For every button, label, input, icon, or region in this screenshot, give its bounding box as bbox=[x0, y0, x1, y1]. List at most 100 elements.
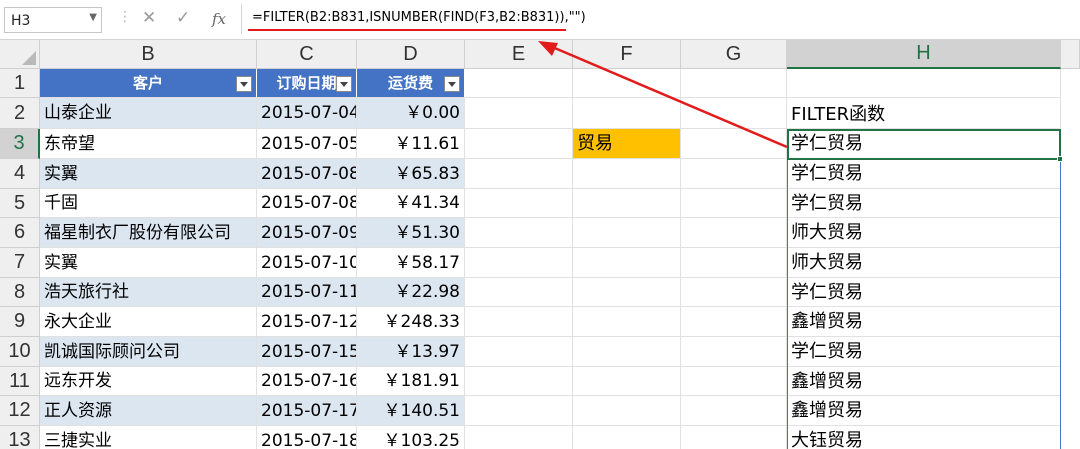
filter-result-cell[interactable]: 鑫增贸易 bbox=[787, 367, 1061, 396]
cell-g2[interactable] bbox=[681, 98, 787, 129]
cell-e11[interactable] bbox=[465, 367, 573, 396]
freight-cell[interactable]: ￥13.97 bbox=[357, 337, 465, 367]
cell-g13[interactable] bbox=[681, 426, 787, 449]
filter-dropdown-icon[interactable] bbox=[336, 76, 352, 92]
cell-e4[interactable] bbox=[465, 159, 573, 189]
column-header-g[interactable]: G bbox=[681, 40, 787, 69]
row-header[interactable]: 3 bbox=[0, 129, 40, 159]
cell-g5[interactable] bbox=[681, 189, 787, 218]
freight-cell[interactable]: ￥58.17 bbox=[357, 248, 465, 278]
filter-dropdown-icon[interactable] bbox=[236, 76, 252, 92]
cell-e6[interactable] bbox=[465, 218, 573, 248]
filter-result-cell[interactable]: 学仁贸易 bbox=[787, 159, 1061, 189]
date-cell[interactable]: 2015-07-08 bbox=[257, 189, 357, 218]
filter-result-cell[interactable]: 鑫增贸易 bbox=[787, 396, 1061, 426]
cell-g8[interactable] bbox=[681, 278, 787, 307]
cell-f11[interactable] bbox=[573, 367, 681, 396]
formula-input[interactable]: =FILTER(B2:B831,ISNUMBER(FIND(F3,B2:B831… bbox=[252, 10, 586, 25]
column-header-b[interactable]: B bbox=[40, 40, 257, 69]
insert-function-icon[interactable]: fx bbox=[212, 10, 226, 28]
filter-result-cell[interactable]: 学仁贸易 bbox=[787, 129, 1061, 159]
cell-f10[interactable] bbox=[573, 337, 681, 367]
date-cell[interactable]: 2015-07-10 bbox=[257, 248, 357, 278]
date-cell[interactable]: 2015-07-04 bbox=[257, 98, 357, 129]
table-header-customer[interactable]: 客户 bbox=[40, 69, 257, 98]
row-header[interactable]: 4 bbox=[0, 159, 40, 189]
cell-g7[interactable] bbox=[681, 248, 787, 278]
date-cell[interactable]: 2015-07-15 bbox=[257, 337, 357, 367]
filter-result-cell[interactable]: 学仁贸易 bbox=[787, 278, 1061, 307]
cell-f7[interactable] bbox=[573, 248, 681, 278]
date-cell[interactable]: 2015-07-09 bbox=[257, 218, 357, 248]
customer-cell[interactable]: 永大企业 bbox=[40, 307, 257, 337]
cell-f6[interactable] bbox=[573, 218, 681, 248]
date-cell[interactable]: 2015-07-08 bbox=[257, 159, 357, 189]
cell-f9[interactable] bbox=[573, 307, 681, 337]
column-header-e[interactable]: E bbox=[465, 40, 573, 69]
customer-cell[interactable]: 凯诚国际顾问公司 bbox=[40, 337, 257, 367]
customer-cell[interactable]: 正人资源 bbox=[40, 396, 257, 426]
row-header[interactable]: 6 bbox=[0, 218, 40, 248]
cell-g6[interactable] bbox=[681, 218, 787, 248]
freight-cell[interactable]: ￥51.30 bbox=[357, 218, 465, 248]
cancel-icon[interactable]: ✕ bbox=[142, 8, 156, 28]
filter-result-cell[interactable]: 大钰贸易 bbox=[787, 426, 1061, 449]
cell-e13[interactable] bbox=[465, 426, 573, 449]
row-header[interactable]: 11 bbox=[0, 367, 40, 396]
name-box[interactable]: H3 ▼ bbox=[4, 7, 102, 33]
table-header-freight[interactable]: 运货费 bbox=[357, 69, 465, 98]
customer-cell[interactable]: 浩天旅行社 bbox=[40, 278, 257, 307]
freight-cell[interactable]: ￥248.33 bbox=[357, 307, 465, 337]
customer-cell[interactable]: 远东开发 bbox=[40, 367, 257, 396]
customer-cell[interactable]: 三捷实业 bbox=[40, 426, 257, 449]
filter-result-cell[interactable]: 鑫增贸易 bbox=[787, 307, 1061, 337]
date-cell[interactable]: 2015-07-18 bbox=[257, 426, 357, 449]
cell-f13[interactable] bbox=[573, 426, 681, 449]
select-all-corner[interactable] bbox=[0, 40, 40, 69]
date-cell[interactable]: 2015-07-17 bbox=[257, 396, 357, 426]
check-icon[interactable]: ✓ bbox=[176, 8, 190, 28]
row-header[interactable]: 1 bbox=[0, 69, 40, 98]
column-header-d[interactable]: D bbox=[357, 40, 465, 69]
criteria-cell[interactable]: 贸易 bbox=[573, 129, 681, 159]
cell-f12[interactable] bbox=[573, 396, 681, 426]
cell-g3[interactable] bbox=[681, 129, 787, 159]
freight-cell[interactable]: ￥181.91 bbox=[357, 367, 465, 396]
filter-result-cell[interactable]: 学仁贸易 bbox=[787, 189, 1061, 218]
freight-cell[interactable]: ￥11.61 bbox=[357, 129, 465, 159]
column-header-h[interactable]: H bbox=[787, 40, 1061, 69]
row-header[interactable]: 12 bbox=[0, 396, 40, 426]
filter-header-cell[interactable]: FILTER函数 bbox=[787, 98, 1061, 129]
freight-cell[interactable]: ￥140.51 bbox=[357, 396, 465, 426]
cell-g4[interactable] bbox=[681, 159, 787, 189]
date-cell[interactable]: 2015-07-12 bbox=[257, 307, 357, 337]
row-header[interactable]: 8 bbox=[0, 278, 40, 307]
row-header[interactable]: 13 bbox=[0, 426, 40, 449]
row-header[interactable]: 9 bbox=[0, 307, 40, 337]
filter-result-cell[interactable]: 学仁贸易 bbox=[787, 337, 1061, 367]
cell-f1[interactable] bbox=[573, 69, 681, 98]
filter-dropdown-icon[interactable] bbox=[444, 76, 460, 92]
customer-cell[interactable]: 东帝望 bbox=[40, 129, 257, 159]
cell-e3[interactable] bbox=[465, 129, 573, 159]
cell-e9[interactable] bbox=[465, 307, 573, 337]
freight-cell[interactable]: ￥41.34 bbox=[357, 189, 465, 218]
cell-g9[interactable] bbox=[681, 307, 787, 337]
chevron-down-icon[interactable]: ▼ bbox=[89, 12, 97, 23]
cell-f4[interactable] bbox=[573, 159, 681, 189]
freight-cell[interactable]: ￥0.00 bbox=[357, 98, 465, 129]
freight-cell[interactable]: ￥22.98 bbox=[357, 278, 465, 307]
customer-cell[interactable]: 福星制衣厂股份有限公司 bbox=[40, 218, 257, 248]
cell-e12[interactable] bbox=[465, 396, 573, 426]
customer-cell[interactable]: 山泰企业 bbox=[40, 98, 257, 129]
row-header[interactable]: 7 bbox=[0, 248, 40, 278]
cell-e10[interactable] bbox=[465, 337, 573, 367]
freight-cell[interactable]: ￥103.25 bbox=[357, 426, 465, 449]
cell-f8[interactable] bbox=[573, 278, 681, 307]
cell-e7[interactable] bbox=[465, 248, 573, 278]
cell-g1[interactable] bbox=[681, 69, 787, 98]
cell-e1[interactable] bbox=[465, 69, 573, 98]
cell-g10[interactable] bbox=[681, 337, 787, 367]
cell-e2[interactable] bbox=[465, 98, 573, 129]
cell-h1[interactable] bbox=[787, 69, 1061, 98]
